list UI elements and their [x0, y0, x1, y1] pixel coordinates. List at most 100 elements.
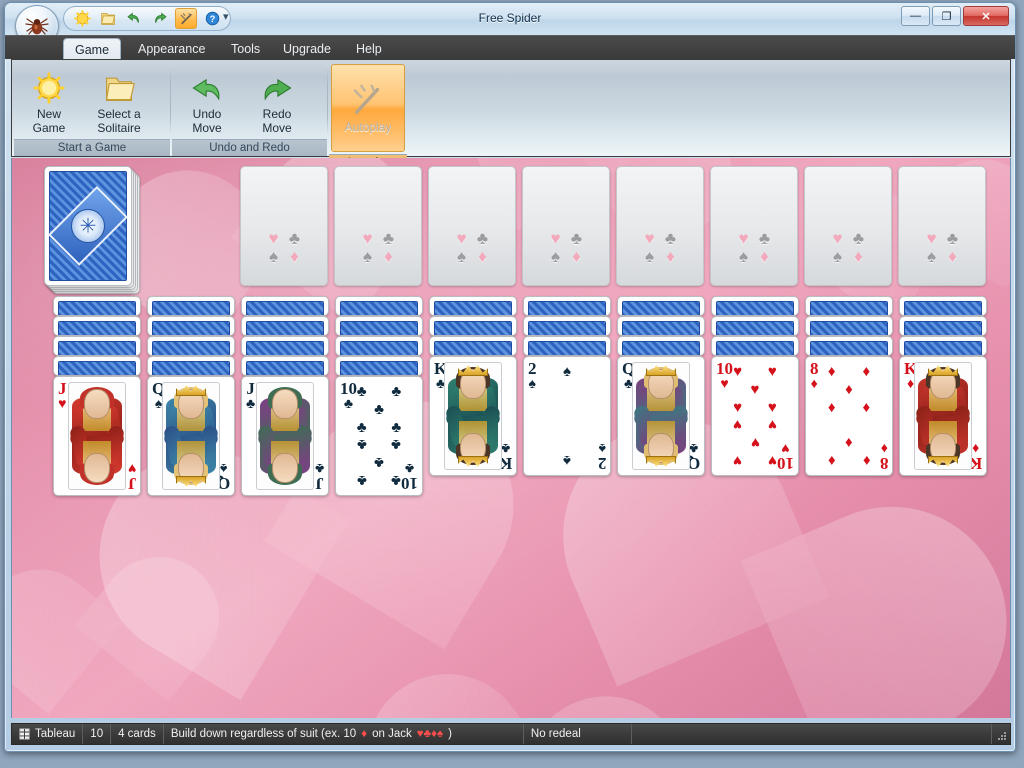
foundation-slot-2[interactable]: ♥ ♣ ♠ ♦: [334, 166, 422, 286]
court-illustration: [68, 382, 126, 490]
card-pip: ♣: [356, 471, 367, 489]
card-pip: ♣: [391, 471, 402, 489]
faceup-card-K♣[interactable]: K ♣ K ♣: [429, 356, 517, 476]
background-heart-5: [36, 582, 168, 714]
status-rule-suits-2: ♥♣♦♠: [416, 728, 444, 740]
card-pip: ♥: [767, 451, 777, 469]
facedown-card: [899, 316, 987, 336]
card-corner-bottom: J ♥: [127, 461, 137, 493]
card-pip: ♠: [563, 363, 571, 381]
card-pip: ♥: [733, 451, 743, 469]
facedown-card: [711, 316, 799, 336]
foundation-slot-6[interactable]: ♥ ♣ ♠ ♦: [710, 166, 798, 286]
card-pip: ♦: [845, 433, 853, 451]
status-pile-count: 10: [83, 724, 112, 744]
faceup-card-K♦[interactable]: K ♦ K ♦: [899, 356, 987, 476]
redo-move-label-1: Redo: [262, 107, 292, 121]
facedown-card: [429, 336, 517, 356]
facedown-card: [523, 316, 611, 336]
foundation-slot-5[interactable]: ♥ ♣ ♠ ♦: [616, 166, 704, 286]
close-button[interactable]: ✕: [963, 6, 1009, 26]
tab-upgrade[interactable]: Upgrade: [272, 38, 342, 60]
card-corner-top: J ♣: [246, 380, 255, 410]
card-pip: ♦: [862, 398, 871, 416]
card-suit: ♥: [127, 461, 136, 477]
card-pip: ♣: [374, 400, 384, 418]
card-suit: ♣: [246, 395, 256, 411]
card-pip: ♠: [563, 451, 571, 469]
faceup-card-Q♠[interactable]: Q ♠ Q ♠: [147, 376, 235, 496]
minimize-button[interactable]: —: [901, 6, 930, 26]
faceup-card-2♠[interactable]: 2 ♠ 2 ♠ ♠ ♠: [523, 356, 611, 476]
foundation-slot-8[interactable]: ♥ ♣ ♠ ♦: [898, 166, 986, 286]
application-window: ? ▾ Free Spider — ❐ ✕ Game Appearance To…: [4, 2, 1016, 752]
redo-move-button[interactable]: Redo Move: [242, 65, 312, 135]
faceup-card-10♣[interactable]: 10 ♣ 10 ♣ ♣ ♣ ♣ ♣ ♣ ♣ ♣ ♣ ♣ ♣: [335, 376, 423, 496]
facedown-card: [335, 296, 423, 316]
facedown-card: [241, 296, 329, 316]
card-suit: ♣: [314, 461, 324, 477]
card-pip: ♣: [391, 418, 402, 436]
faceup-card-10♥[interactable]: 10 ♥ 10 ♥ ♥ ♥ ♥ ♥ ♥ ♥ ♥ ♥ ♥ ♥: [711, 356, 799, 476]
foundation-slot-1[interactable]: ♥ ♣ ♠ ♦: [240, 166, 328, 286]
court-illustration: [162, 382, 220, 490]
new-game-label-1: New: [36, 107, 61, 121]
facedown-card: [805, 336, 893, 356]
faceup-card-J♣[interactable]: J ♣ J ♣: [241, 376, 329, 496]
faceup-card-8♦[interactable]: 8 ♦ 8 ♦ ♦ ♦ ♦ ♦ ♦ ♦ ♦ ♦: [805, 356, 893, 476]
facedown-card: [711, 296, 799, 316]
tab-tools[interactable]: Tools: [220, 38, 271, 60]
facedown-card: [617, 316, 705, 336]
tab-game[interactable]: Game: [63, 38, 122, 60]
foundation-slot-3[interactable]: ♥ ♣ ♠ ♦: [428, 166, 516, 286]
card-pip: ♦: [862, 363, 871, 381]
ribbon-divider-1: [170, 64, 171, 136]
redo-move-label-2: Move: [262, 121, 292, 135]
card-pip-layout: ♠ ♠: [541, 363, 593, 469]
court-half: [915, 404, 971, 469]
card-pip: ♣: [356, 436, 367, 454]
card-pip: ♥: [767, 363, 777, 381]
card-pip: ♦: [862, 451, 871, 469]
resize-grip[interactable]: [992, 724, 1010, 744]
card-rank: 2: [597, 454, 607, 473]
faceup-card-J♥[interactable]: J ♥ J ♥: [53, 376, 141, 496]
card-suit: ♦: [971, 441, 979, 457]
court-half: [633, 404, 689, 469]
status-spacer: [632, 724, 992, 744]
tab-help[interactable]: Help: [345, 38, 393, 60]
card-suit: ♣: [500, 441, 510, 457]
card-rank: 8: [879, 454, 889, 473]
card-pip: ♣: [374, 453, 384, 471]
ribbon-group-autoplay: Autoplay Autoplay: [329, 60, 407, 171]
ribbon-tab-strip: Game Appearance Tools Upgrade Help Score…: [5, 35, 1015, 86]
court-half: [69, 424, 125, 489]
foundation-slot-4[interactable]: ♥ ♣ ♠ ♦: [522, 166, 610, 286]
status-cards-per-pile: 4 cards: [111, 724, 164, 744]
card-pip: ♥: [733, 416, 743, 434]
new-game-button[interactable]: New Game: [14, 65, 84, 135]
foundation-slot-7[interactable]: ♥ ♣ ♠ ♦: [804, 166, 892, 286]
select-solitaire-button[interactable]: Select a Solitaire: [84, 65, 154, 135]
facedown-card: [523, 336, 611, 356]
card-suit: ♣: [343, 395, 354, 411]
card-pip: ♣: [391, 436, 402, 454]
game-table[interactable]: ♥♣♠♦ ♥♣♠♦ ♥♣♠♦ ♥♣♠♦ ♥♣♠♦ ♥♣♠♦ ♥♣♠♦ ♥♣♠♦: [11, 158, 1011, 718]
undo-arrow-icon: [172, 69, 242, 107]
ribbon-divider-2: [327, 64, 328, 136]
window-title: Free Spider: [478, 11, 542, 25]
status-pile-type: Tableau: [12, 724, 84, 744]
autoplay-button[interactable]: Autoplay: [331, 64, 405, 152]
facedown-card: [53, 316, 141, 336]
status-rule-text-after: ): [448, 728, 452, 740]
status-redeal: No redeal: [524, 724, 632, 744]
ribbon-group-title-start: Start a Game: [14, 139, 170, 156]
maximize-button[interactable]: ❐: [932, 6, 961, 26]
undo-move-label-1: Undo: [192, 107, 222, 121]
card-corner-top: 8 ♦: [810, 360, 819, 390]
card-pip: ♣: [356, 383, 367, 401]
tab-appearance[interactable]: Appearance: [127, 38, 216, 60]
faceup-card-Q♣[interactable]: Q ♣ Q ♣: [617, 356, 705, 476]
undo-move-button[interactable]: Undo Move: [172, 65, 242, 135]
court-illustration: [914, 362, 972, 470]
